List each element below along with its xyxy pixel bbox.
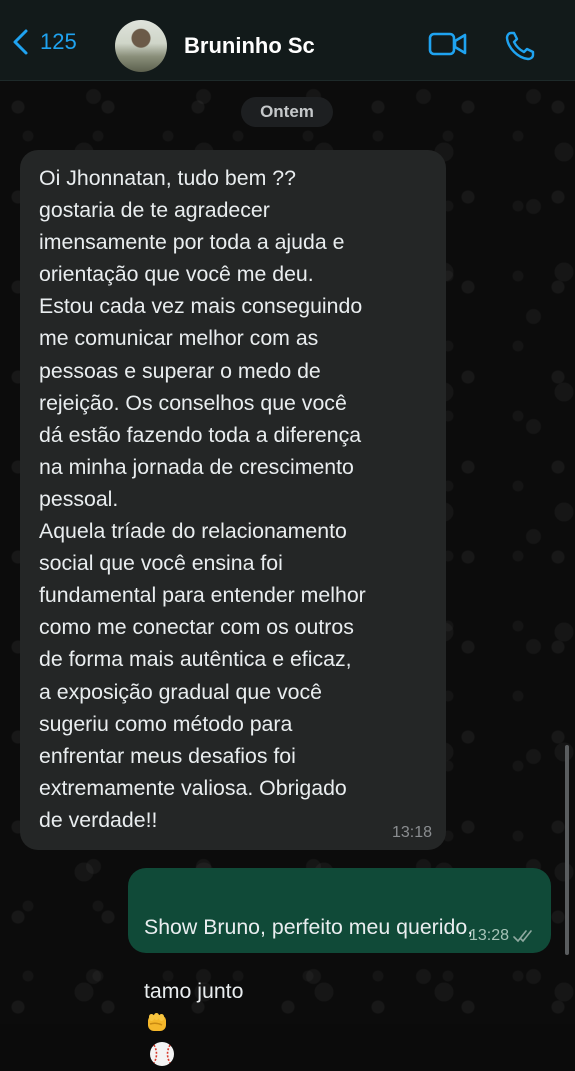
- baseball-emoji-icon: [150, 1042, 174, 1066]
- chat-header: 125 Bruninho Sc: [0, 0, 575, 81]
- back-button[interactable]: 125: [10, 28, 77, 56]
- video-call-icon: [428, 32, 467, 56]
- outgoing-message-meta: 13:28: [469, 927, 537, 945]
- voice-call-button[interactable]: [504, 30, 536, 67]
- double-check-icon: [513, 930, 532, 943]
- avatar[interactable]: [115, 20, 167, 72]
- fist-emoji-icon: [148, 1013, 166, 1031]
- incoming-message-time: 13:18: [391, 824, 432, 841]
- scrollbar[interactable]: [565, 745, 569, 955]
- incoming-message-bubble[interactable]: Oi Jhonnatan, tudo bem ?? gostaria de te…: [20, 150, 446, 850]
- outgoing-message-text: Show Bruno, perfeito meu querido, tamo j…: [144, 879, 537, 1071]
- phone-icon: [505, 31, 535, 61]
- outgoing-message-time: 13:28: [468, 927, 509, 944]
- outgoing-message-line2: tamo junto: [144, 979, 244, 1003]
- video-call-button[interactable]: [428, 30, 468, 63]
- incoming-message-text: Oi Jhonnatan, tudo bem ?? gostaria de te…: [39, 166, 366, 832]
- outgoing-message-bubble[interactable]: Show Bruno, perfeito meu querido, tamo j…: [128, 868, 551, 1066]
- date-separator: Ontem: [241, 97, 333, 127]
- unread-count: 125: [40, 29, 77, 54]
- contact-name[interactable]: Bruninho Sc: [184, 33, 315, 59]
- outgoing-message-line1: Show Bruno, perfeito meu querido,: [144, 915, 474, 939]
- chevron-left-icon: [13, 29, 28, 55]
